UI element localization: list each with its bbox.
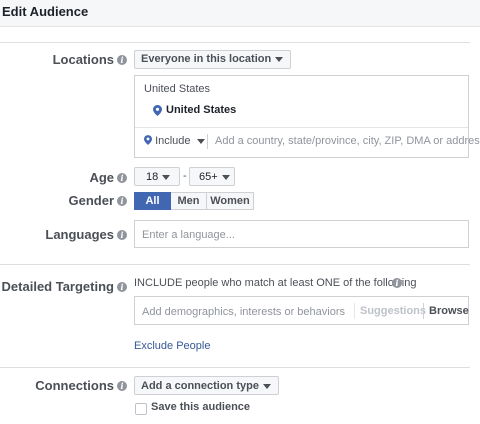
- info-icon[interactable]: i: [392, 278, 402, 288]
- languages-label: Languages: [45, 227, 114, 242]
- connections-label: Connections: [35, 378, 114, 393]
- info-icon[interactable]: i: [117, 196, 127, 206]
- gender-option-women[interactable]: Women: [207, 192, 254, 210]
- gender-option-men[interactable]: Men: [171, 192, 207, 210]
- age-label: Age: [89, 170, 114, 185]
- caret-down-icon: [275, 56, 284, 62]
- age-separator: -: [183, 170, 187, 182]
- age-max-dropdown[interactable]: 65+: [189, 167, 235, 186]
- caret-down-icon: [162, 174, 171, 180]
- connection-type-label: Add a connection type: [141, 380, 259, 392]
- divider: [0, 264, 470, 265]
- locations-box: United States United States Include Add …: [134, 75, 480, 158]
- caret-down-icon: [262, 383, 271, 389]
- targeting-search-input[interactable]: Add demographics, interests or behaviors: [142, 306, 345, 318]
- include-dropdown[interactable]: Include: [144, 135, 205, 147]
- save-audience-label: Save this audience: [151, 401, 251, 413]
- gender-option-all[interactable]: All: [134, 192, 171, 210]
- divider: [0, 367, 470, 368]
- location-search-input[interactable]: Add a country, state/province, city, ZIP…: [215, 135, 480, 147]
- language-placeholder: Enter a language...: [142, 229, 235, 241]
- targeting-instruction: INCLUDE people who match at least ONE of…: [134, 277, 417, 289]
- panel-header: Edit Audience: [0, 0, 480, 27]
- age-max-value: 65+: [199, 171, 218, 183]
- browse-button[interactable]: Browse: [429, 305, 469, 317]
- gender-label: Gender: [68, 193, 114, 208]
- page-title: Edit Audience: [2, 4, 89, 19]
- info-icon[interactable]: i: [117, 55, 127, 65]
- detailed-targeting-label: Detailed Targeting: [1, 279, 114, 294]
- age-min-value: 18: [146, 171, 159, 183]
- include-label: Include: [155, 135, 191, 147]
- caret-down-icon: [221, 174, 230, 180]
- locations-label: Locations: [52, 52, 114, 67]
- info-icon[interactable]: i: [117, 230, 127, 240]
- info-icon[interactable]: i: [117, 282, 127, 292]
- suggestions-button[interactable]: Suggestions: [360, 305, 426, 317]
- info-icon[interactable]: i: [117, 173, 127, 183]
- info-icon[interactable]: i: [117, 381, 127, 391]
- exclude-people-link[interactable]: Exclude People: [134, 340, 210, 352]
- connection-type-dropdown[interactable]: Add a connection type: [134, 376, 279, 395]
- divider: [135, 127, 468, 128]
- location-scope-label: Everyone in this location: [141, 53, 272, 65]
- selected-location-label: United States: [166, 104, 237, 116]
- caret-down-icon: [196, 138, 205, 144]
- age-min-dropdown[interactable]: 18: [134, 167, 180, 186]
- map-pin-icon: [153, 105, 162, 116]
- targeting-search-box: Add demographics, interests or behaviors…: [134, 296, 469, 325]
- divider: [0, 42, 470, 43]
- location-scope-dropdown[interactable]: Everyone in this location: [134, 50, 292, 69]
- divider: [423, 303, 424, 319]
- divider: [354, 303, 355, 319]
- location-group-title: United States: [144, 83, 211, 95]
- save-audience-checkbox[interactable]: [135, 403, 147, 415]
- language-input[interactable]: Enter a language...: [134, 220, 469, 248]
- map-pin-icon: [144, 135, 152, 145]
- divider: [207, 134, 208, 149]
